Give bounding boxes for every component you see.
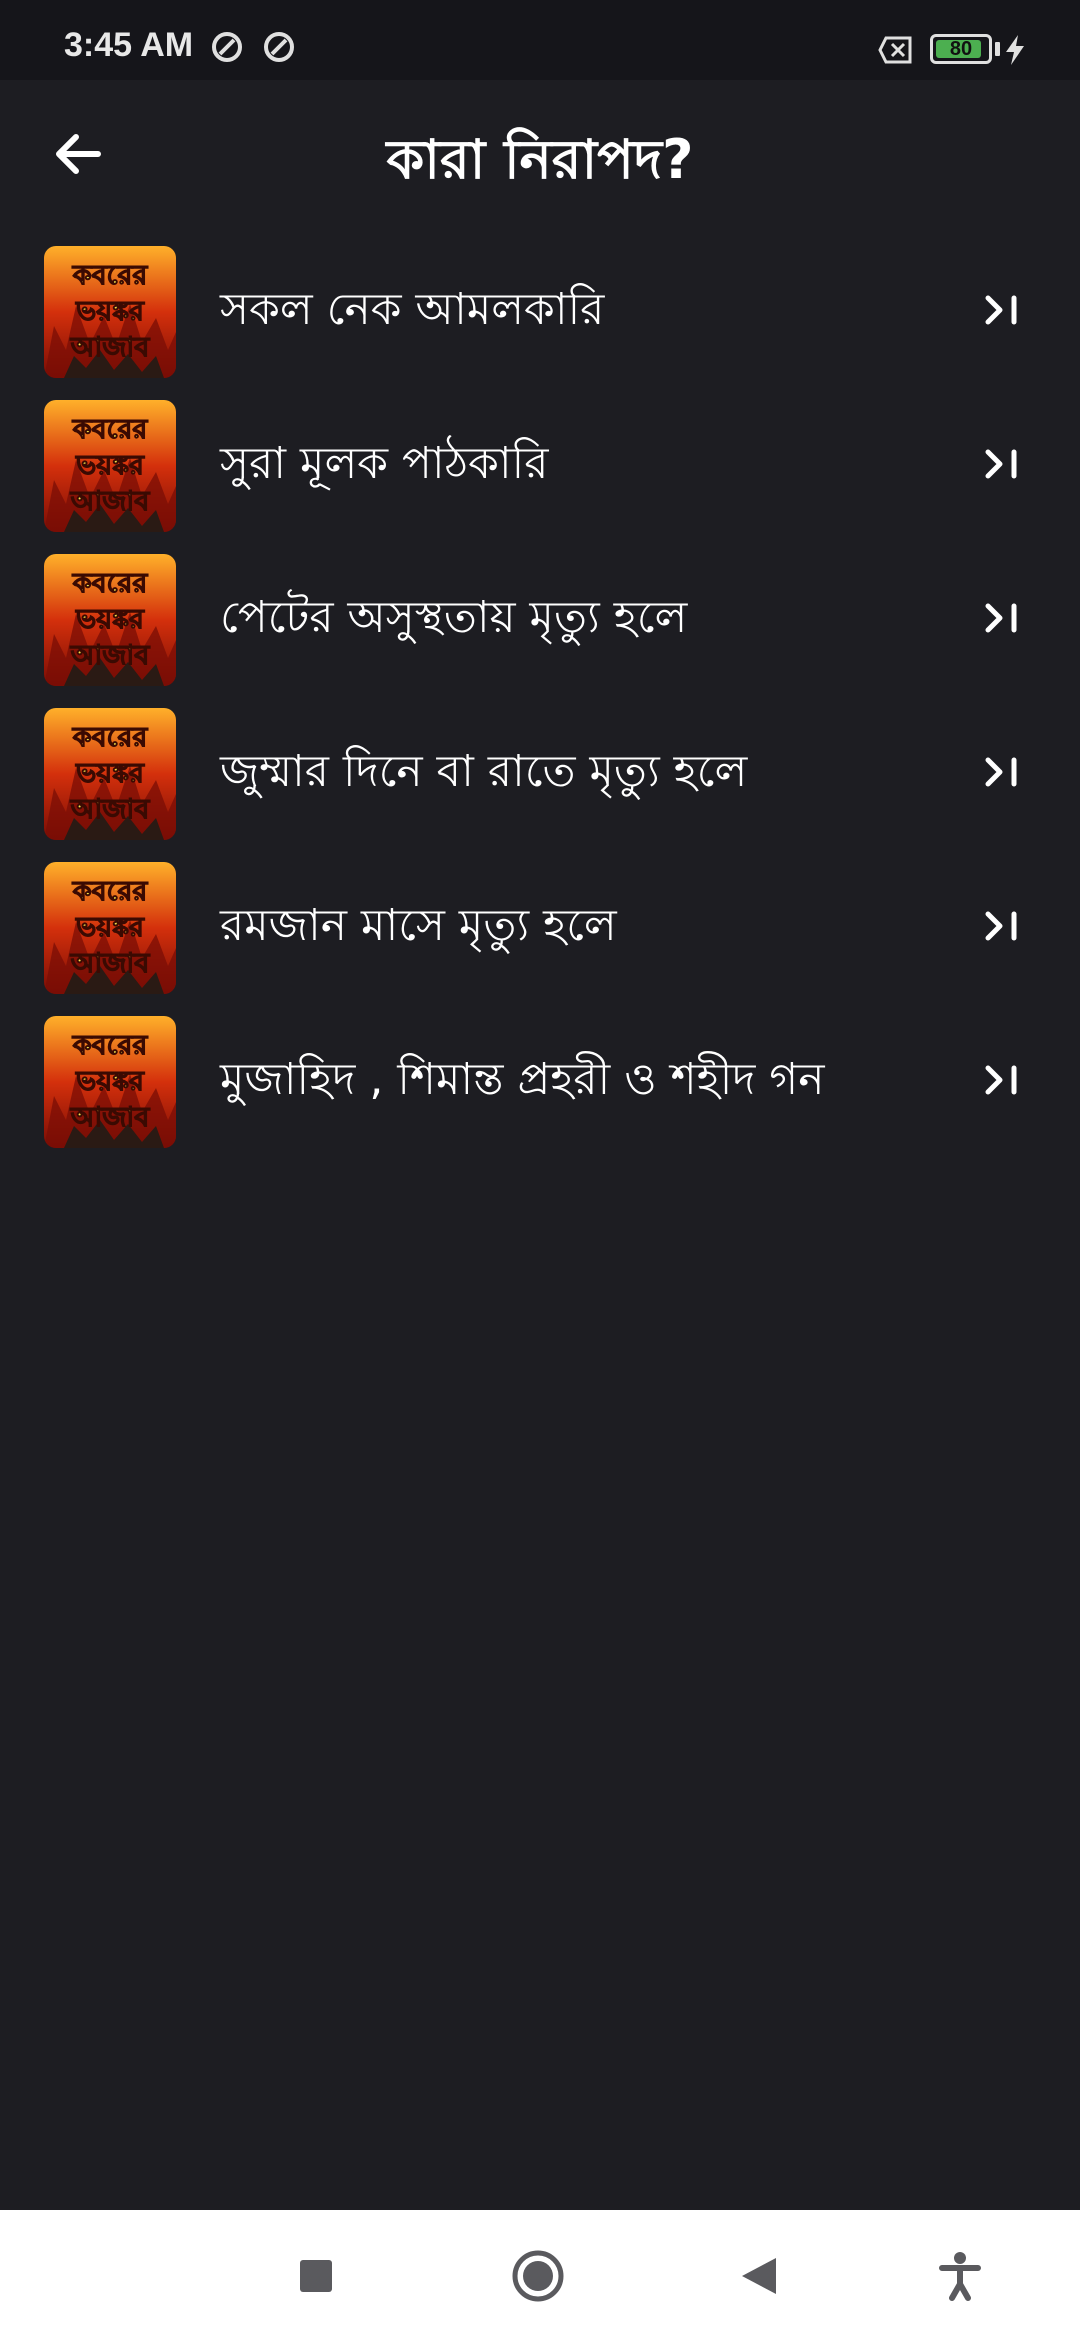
page-title: কারা নিরাপদ? [386, 128, 694, 191]
thumbnail-text: কবরের [72, 414, 149, 445]
thumbnail-text: ভয়ঙ্কর [75, 758, 145, 789]
chevron-right-icon [985, 1065, 1017, 1095]
thumbnail-image: কবরের ভয়ঙ্কর আজাব [44, 554, 176, 686]
status-bar: 3:45 AM 80 [0, 0, 1080, 80]
thumbnail-image: কবরের ভয়ঙ্কর আজাব [44, 246, 176, 378]
thumbnail-text: ভয়ঙ্কর [75, 1066, 145, 1097]
app-screen: 3:45 AM 80 কারা নিরাপদ? কবরের ভয়ঙ্কর আজ… [0, 0, 1080, 2340]
sync-icon [264, 32, 294, 62]
accessibility-icon[interactable] [930, 2246, 990, 2306]
list-item-label: সকল নেক আমলকারি [220, 284, 605, 335]
thumbnail-text: কবরের [72, 722, 149, 753]
chevron-right-icon [985, 603, 1017, 633]
charging-icon [1006, 35, 1024, 65]
list-item-label: সুরা মূলক পাঠকারি [220, 438, 549, 489]
list-item-label: জুম্মার দিনে বা রাতে মৃত্যু হলে [220, 746, 748, 797]
thumbnail-text: আজাব [70, 486, 150, 517]
chevron-right-icon [985, 449, 1017, 479]
thumbnail-text: আজাব [70, 948, 150, 979]
thumbnail-text: আজাব [70, 640, 150, 671]
list-item[interactable]: কবরের ভয়ঙ্কর আজাব মুজাহিদ , শিমান্ত প্র… [0, 1008, 1080, 1162]
thumbnail-text: ভয়ঙ্কর [75, 450, 145, 481]
chevron-right-icon [985, 911, 1017, 941]
thumbnail-text: ভয়ঙ্কর [75, 604, 145, 635]
home-circle-icon[interactable] [508, 2246, 568, 2306]
list-item[interactable]: কবরের ভয়ঙ্কর আজাব রমজান মাসে মৃত্যু হলে [0, 854, 1080, 1008]
thumbnail-text: ভয়ঙ্কর [75, 296, 145, 327]
recents-square-icon[interactable] [286, 2246, 346, 2306]
battery-level: 80 [949, 38, 973, 60]
chevron-right-icon [985, 757, 1017, 787]
thumbnail-image: কবরের ভয়ঙ্কর আজাব [44, 708, 176, 840]
back-triangle-icon[interactable] [730, 2246, 790, 2306]
thumbnail-text: কবরের [72, 876, 149, 907]
thumbnail-text: আজাব [70, 1102, 150, 1133]
no-sim-icon [878, 36, 912, 64]
sync-icon [212, 32, 242, 62]
navigation-bar [0, 2210, 1080, 2340]
chevron-right-icon [985, 295, 1017, 325]
list-item[interactable]: কবরের ভয়ঙ্কর আজাব জুম্মার দিনে বা রাতে … [0, 700, 1080, 854]
topic-list: কবরের ভয়ঙ্কর আজাব সকল নেক আমলকারি কবরের… [0, 238, 1080, 1162]
thumbnail-text: আজাব [70, 794, 150, 825]
thumbnail-text: কবরের [72, 1030, 149, 1061]
arrow-left-icon [56, 134, 101, 174]
thumbnail-text: আজাব [70, 332, 150, 363]
list-item[interactable]: কবরের ভয়ঙ্কর আজাব সুরা মূলক পাঠকারি [0, 392, 1080, 546]
back-button[interactable] [40, 116, 116, 192]
thumbnail-image: কবরের ভয়ঙ্কর আজাব [44, 400, 176, 532]
list-item-label: মুজাহিদ , শিমান্ত প্রহরী ও শহীদ গন [220, 1054, 825, 1105]
list-item[interactable]: কবরের ভয়ঙ্কর আজাব পেটের অসুস্থতায় মৃত্… [0, 546, 1080, 700]
list-item-label: পেটের অসুস্থতায় মৃত্যু হলে [220, 592, 688, 643]
thumbnail-text: কবরের [72, 260, 149, 291]
app-bar: কারা নিরাপদ? [0, 80, 1080, 230]
status-time: 3:45 AM [64, 26, 194, 64]
thumbnail-text: কবরের [72, 568, 149, 599]
battery-cap [995, 42, 1000, 56]
list-item[interactable]: কবরের ভয়ঙ্কর আজাব সকল নেক আমলকারি [0, 238, 1080, 392]
thumbnail-image: কবরের ভয়ঙ্কর আজাব [44, 862, 176, 994]
thumbnail-image: কবরের ভয়ঙ্কর আজাব [44, 1016, 176, 1148]
list-item-label: রমজান মাসে মৃত্যু হলে [220, 900, 617, 951]
thumbnail-text: ভয়ঙ্কর [75, 912, 145, 943]
